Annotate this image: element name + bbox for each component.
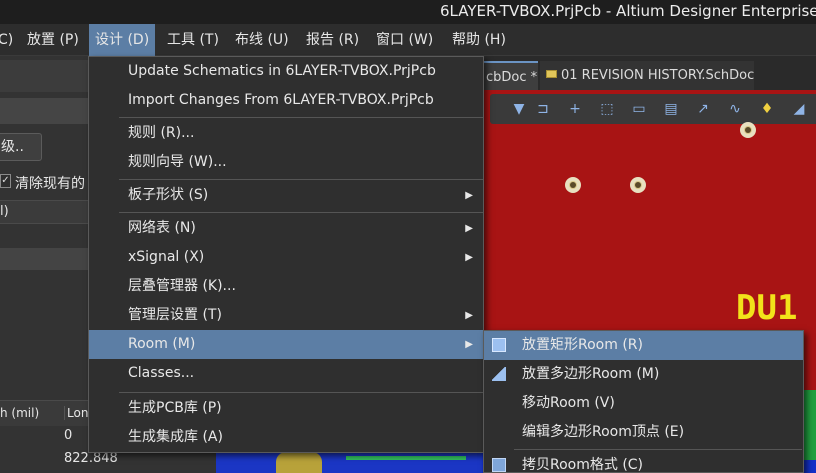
menu-item-route[interactable]: 布线 (U): [229, 24, 295, 56]
menu-item-label: 放置多边形Room (M): [522, 366, 660, 382]
menu-separator: [514, 449, 802, 450]
menu-item-design[interactable]: 设计 (D): [89, 24, 156, 56]
menu-item-label: 管理层设置 (T): [128, 307, 222, 323]
tab-label: 01 REVISION HISTORY.SchDoc: [561, 68, 755, 83]
tab-pcb-doc[interactable]: cbDoc *: [480, 61, 538, 90]
menu-move-room[interactable]: 移动Room (V): [484, 389, 803, 418]
menu-bar: C) 放置 (P) 设计 (D) 工具 (T) 布线 (U) 报告 (R) 窗口…: [0, 24, 816, 56]
menu-manage-layer-sets[interactable]: 管理层设置 (T) ▶: [89, 301, 483, 330]
menu-item-label: Classes...: [128, 365, 195, 381]
title-bar: 6LAYER-TVBOX.PrjPcb - Altium Designer En…: [0, 0, 816, 24]
menu-make-integrated-library[interactable]: 生成集成库 (A): [89, 423, 483, 452]
menu-separator: [119, 392, 483, 393]
dimension-icon[interactable]: ◢: [790, 100, 808, 118]
menu-classes[interactable]: Classes...: [89, 359, 483, 388]
via-hole: [630, 177, 646, 193]
menu-update-schematics[interactable]: Update Schematics in 6LAYER-TVBOX.PrjPcb: [89, 57, 483, 86]
filter-icon[interactable]: ▼: [510, 100, 528, 118]
via-hole: [740, 122, 756, 138]
copy-room-format-icon: [492, 458, 506, 472]
menu-room[interactable]: Room (M) ▶: [89, 330, 483, 359]
panel-row-label: l): [0, 204, 9, 219]
menu-item-label: 规则 (R)...: [128, 125, 195, 141]
menu-item-label: 层叠管理器 (K)...: [128, 278, 236, 294]
add-icon[interactable]: +: [566, 100, 584, 118]
menu-item-label: 编辑多边形Room顶点 (E): [522, 424, 685, 440]
menu-item-tools[interactable]: 工具 (T): [161, 24, 225, 56]
menu-item-label: 生成集成库 (A): [128, 429, 223, 445]
tab-revision-history[interactable]: 01 REVISION HISTORY.SchDoc: [540, 61, 754, 90]
interactive-route-icon[interactable]: ↗: [694, 100, 712, 118]
submenu-arrow-icon: ▶: [465, 223, 473, 234]
via-hole: [565, 177, 581, 193]
submenu-arrow-icon: ▶: [465, 310, 473, 321]
menu-item-label: 规则向导 (W)...: [128, 154, 227, 170]
menu-item-label: 移动Room (V): [522, 395, 615, 411]
menu-item-label: xSignal (X): [128, 249, 205, 265]
menu-make-pcb-library[interactable]: 生成PCB库 (P): [89, 394, 483, 423]
menu-item-label: Update Schematics in 6LAYER-TVBOX.PrjPcb: [128, 63, 436, 79]
menu-place-rectangular-room[interactable]: 放置矩形Room (R): [484, 331, 803, 360]
menu-rule-wizard[interactable]: 规则向导 (W)...: [89, 148, 483, 177]
menu-import-changes[interactable]: Import Changes From 6LAYER-TVBOX.PrjPcb: [89, 86, 483, 115]
place-string-icon[interactable]: ♦: [758, 100, 776, 118]
menu-item-label: Import Changes From 6LAYER-TVBOX.PrjPcb: [128, 92, 434, 108]
menu-item-label: 拷贝Room格式 (C): [522, 457, 644, 473]
column-header-width[interactable]: h (mil): [0, 406, 39, 420]
menu-edit-polygon-room-vertices[interactable]: 编辑多边形Room顶点 (E): [484, 418, 803, 447]
select-rect-icon[interactable]: ⬚: [598, 100, 616, 118]
clear-existing-label: 清除现有的: [15, 176, 85, 192]
designator-label: DU1: [736, 288, 798, 328]
menu-item-label: 放置矩形Room (R): [522, 337, 643, 353]
menu-item-help[interactable]: 帮助 (H): [446, 24, 512, 56]
submenu-arrow-icon: ▶: [465, 252, 473, 263]
submenu-arrow-icon: ▶: [465, 339, 473, 350]
column-header-length[interactable]: Lon: [64, 406, 88, 420]
menu-board-shape[interactable]: 板子形状 (S) ▶: [89, 181, 483, 210]
canvas-toolbar: ▼ ⊐ + ⬚ ▭ ▤ ↗ ∿ ♦ ◢: [490, 94, 816, 124]
pad: [276, 452, 322, 473]
table-cell: 0: [64, 428, 73, 443]
align-icon[interactable]: ▭: [630, 100, 648, 118]
menu-item-label: 板子形状 (S): [128, 187, 209, 203]
menu-rules[interactable]: 规则 (R)...: [89, 119, 483, 148]
menu-copy-room-formats[interactable]: 拷贝Room格式 (C): [484, 451, 803, 473]
route-icon[interactable]: ⊐: [534, 100, 552, 118]
clear-existing-checkbox[interactable]: ✓: [0, 174, 11, 188]
room-submenu: 放置矩形Room (R) 放置多边形Room (M) 移动Room (V) 编辑…: [483, 330, 804, 473]
menu-layer-stack-manager[interactable]: 层叠管理器 (K)...: [89, 272, 483, 301]
menu-item-window[interactable]: 窗口 (W): [370, 24, 439, 56]
panel-button[interactable]: 级..: [0, 133, 42, 161]
menu-item-label: Room (M): [128, 336, 196, 352]
component-icon[interactable]: ▤: [662, 100, 680, 118]
window-title: 6LAYER-TVBOX.PrjPcb - Altium Designer En…: [440, 2, 816, 20]
diff-pair-icon[interactable]: ∿: [726, 100, 744, 118]
submenu-arrow-icon: ▶: [465, 190, 473, 201]
tab-label: cbDoc *: [486, 70, 538, 85]
table-cell: 822.848: [64, 451, 118, 466]
trace: [346, 456, 466, 460]
menu-separator: [119, 117, 483, 118]
menu-place-polygonal-room[interactable]: 放置多边形Room (M): [484, 360, 803, 389]
menu-separator: [119, 179, 483, 180]
menu-item-place[interactable]: 放置 (P): [21, 24, 85, 56]
menu-item-label: 网络表 (N): [128, 220, 196, 236]
menu-xsignal[interactable]: xSignal (X) ▶: [89, 243, 483, 272]
routed-traces: [216, 452, 482, 473]
menu-item-partial[interactable]: C): [0, 24, 19, 56]
menu-item-reports[interactable]: 报告 (R): [300, 24, 365, 56]
menu-separator: [119, 212, 483, 213]
menu-netlist[interactable]: 网络表 (N) ▶: [89, 214, 483, 243]
polygon-room-icon: [492, 367, 506, 381]
design-menu: Update Schematics in 6LAYER-TVBOX.PrjPcb…: [88, 56, 484, 453]
menu-item-label: 生成PCB库 (P): [128, 400, 222, 416]
schematic-doc-icon: [546, 70, 557, 78]
rect-room-icon: [492, 338, 506, 352]
